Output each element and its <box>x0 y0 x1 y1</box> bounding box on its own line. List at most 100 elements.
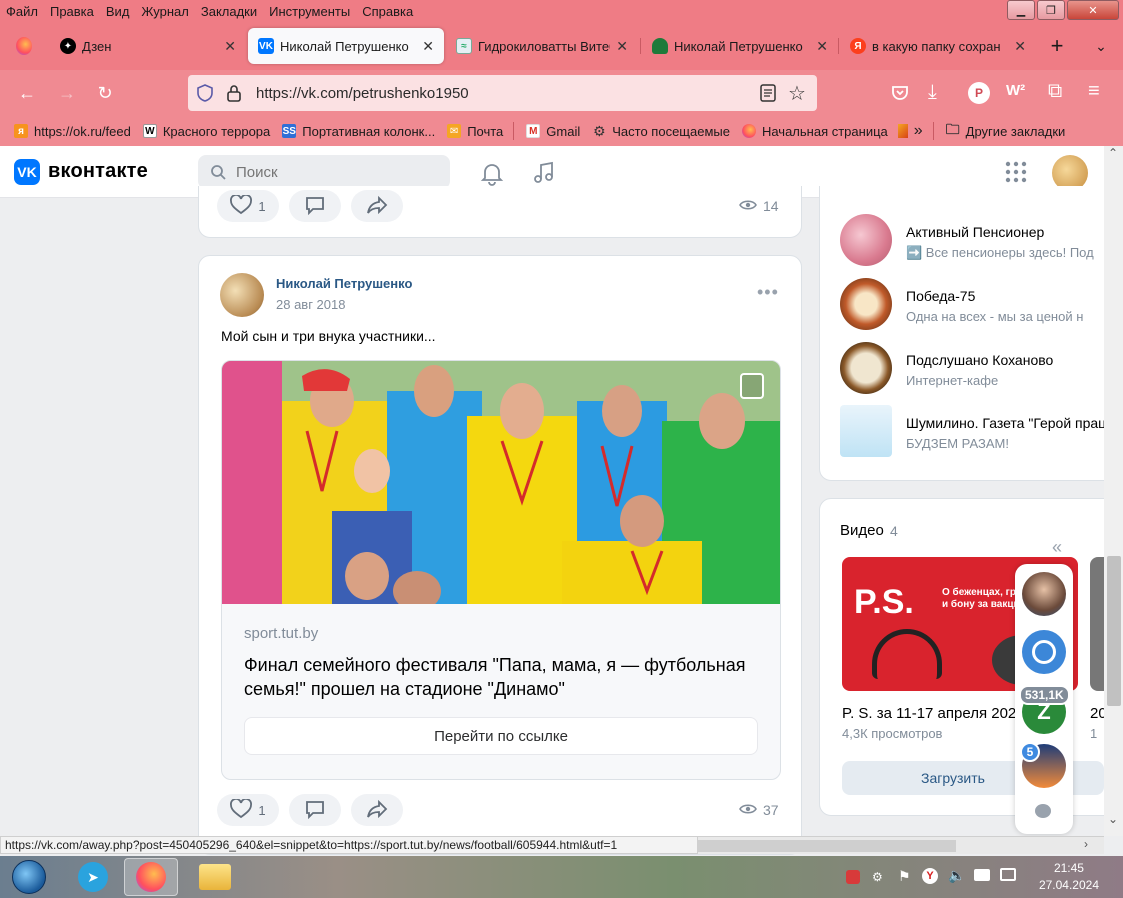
clock[interactable]: 21:45 27.04.2024 <box>1039 860 1099 894</box>
chevron-left-double-icon[interactable]: « <box>1052 537 1062 558</box>
tab-ok[interactable]: Николай Петрушенко ✕ <box>642 28 838 64</box>
tab-hydro[interactable]: ≈ Гидрокиловатты Витеб ✕ <box>446 28 638 64</box>
pocket-icon[interactable] <box>890 83 910 103</box>
link-snippet[interactable]: sport.tut.by Финал семейного фестиваля "… <box>221 360 781 780</box>
like-button[interactable]: 1 <box>217 794 279 826</box>
tab-list-chevron-down-icon[interactable]: ⌄ <box>1086 28 1116 64</box>
address-bar[interactable]: https://vk.com/petrushenko1950 ☆ <box>188 75 817 111</box>
scroll-down-arrow-icon[interactable]: ⌄ <box>1108 812 1118 826</box>
menu-file[interactable]: Файл <box>0 4 44 19</box>
scrollbar-thumb[interactable] <box>1107 556 1121 706</box>
bookmark-star-icon[interactable]: ☆ <box>788 81 806 106</box>
music-icon[interactable] <box>531 160 557 186</box>
download-icon[interactable]: ⤓ <box>928 81 937 104</box>
tray-yandex-icon[interactable]: Y <box>922 868 938 884</box>
url-text[interactable]: https://vk.com/petrushenko1950 <box>256 85 469 102</box>
message-icon[interactable] <box>1035 804 1051 818</box>
bookmark-mail[interactable]: ✉ Почта <box>447 124 503 139</box>
more-options-icon[interactable]: ••• <box>757 282 779 303</box>
taskbar-telegram[interactable]: ➤ <box>66 858 120 896</box>
taskbar-explorer[interactable] <box>188 858 242 896</box>
group-name[interactable]: Шумилино. Газета "Герой прац <box>906 415 1106 431</box>
close-icon[interactable]: ✕ <box>816 38 828 55</box>
group-avatar[interactable] <box>840 278 892 330</box>
snippet-title[interactable]: Финал семейного фестиваля "Папа, мама, я… <box>244 653 764 701</box>
horizontal-scrollbar[interactable]: › <box>698 836 1104 854</box>
apps-grid-icon[interactable] <box>1004 160 1030 186</box>
hamburger-menu-icon[interactable]: ≡ <box>1088 80 1100 103</box>
menu-bookmarks[interactable]: Закладки <box>195 4 263 19</box>
scrollbar[interactable]: ⌃ ⌄ <box>1104 146 1123 836</box>
share-button[interactable] <box>351 794 403 826</box>
lock-icon[interactable] <box>226 84 242 102</box>
tab-vk-active[interactable]: VK Николай Петрушенко ✕ <box>248 28 444 64</box>
open-link-button[interactable]: Перейти по ссылке <box>244 717 758 755</box>
menu-view[interactable]: Вид <box>100 4 136 19</box>
like-button[interactable]: 1 <box>217 190 279 222</box>
tray-keyboard-icon[interactable] <box>974 869 990 881</box>
bookmark-wiki[interactable]: W Красного террора <box>142 124 270 139</box>
post-author-name[interactable]: Николай Петрушенко <box>276 276 412 291</box>
tray-network-icon[interactable]: ⚙ <box>872 870 883 884</box>
reload-icon[interactable]: ↻ <box>92 80 118 106</box>
extension-p-icon[interactable]: P <box>968 82 990 104</box>
snippet-photo[interactable] <box>222 361 780 604</box>
close-window-button[interactable]: ✕ <box>1067 0 1119 20</box>
tab-yandex[interactable]: Я в какую папку сохран ✕ <box>840 28 1036 64</box>
tab-dzen[interactable]: ✦ Дзен ✕ <box>50 28 246 64</box>
bookmark-speaker[interactable]: SS Портативная колонк... <box>282 124 435 139</box>
menu-tools[interactable]: Инструменты <box>263 4 356 19</box>
comment-button[interactable] <box>289 190 341 222</box>
extension-w2-icon[interactable]: W² <box>1006 82 1025 99</box>
menu-help[interactable]: Справка <box>356 4 419 19</box>
bookmark-other[interactable]: 🗀 Другие закладки <box>946 121 1066 139</box>
bookmark-ok[interactable]: я https://ok.ru/feed <box>14 124 131 139</box>
forward-arrow-icon[interactable]: → <box>54 80 80 106</box>
new-tab-button[interactable]: + <box>1040 28 1074 64</box>
menu-history[interactable]: Журнал <box>135 4 194 19</box>
chevron-right-double-icon[interactable]: » <box>914 122 923 140</box>
horizontal-scrollbar-thumb[interactable] <box>698 840 956 852</box>
scroll-right-arrow-icon[interactable]: › <box>1084 837 1088 851</box>
close-icon[interactable]: ✕ <box>422 38 434 55</box>
group-avatar[interactable] <box>840 214 892 266</box>
group-name[interactable]: Подслушано Коханово <box>906 352 1053 368</box>
bookmark-start-page[interactable]: Начальная страница <box>741 124 888 139</box>
taskbar-firefox[interactable] <box>124 858 178 896</box>
group-avatar[interactable] <box>840 405 892 457</box>
share-button[interactable] <box>351 190 403 222</box>
snippet-domain[interactable]: sport.tut.by <box>244 625 318 642</box>
vk-logo-icon[interactable]: VK <box>14 159 40 185</box>
comment-button[interactable] <box>289 794 341 826</box>
post-date[interactable]: 28 авг 2018 <box>276 297 345 312</box>
vk-brand-text[interactable]: вконтакте <box>48 160 148 183</box>
volume-icon[interactable]: 🔈 <box>948 867 965 884</box>
back-arrow-icon[interactable]: ← <box>14 80 40 106</box>
group-name[interactable]: Победа-75 <box>906 288 975 304</box>
menu-edit[interactable]: Правка <box>44 4 100 19</box>
video-title[interactable]: P. S. за 11-17 апреля 202 <box>842 705 1022 722</box>
search-input[interactable] <box>198 155 450 189</box>
bookmark-small-icon[interactable] <box>897 124 908 138</box>
minimize-button[interactable]: ▁ <box>1007 0 1035 20</box>
close-icon[interactable]: ✕ <box>1014 38 1026 55</box>
extensions-puzzle-icon[interactable]: ⧉ <box>1048 80 1062 103</box>
bell-icon[interactable] <box>479 160 505 186</box>
maximize-button[interactable]: ❐ <box>1037 0 1065 20</box>
chat-avatar[interactable] <box>1022 572 1066 616</box>
reader-view-icon[interactable] <box>760 84 776 102</box>
tray-flag-icon[interactable]: ⚑ <box>898 868 911 885</box>
videos-title[interactable]: Видео <box>840 522 884 539</box>
bookmark-most-visited[interactable]: ⚙ Часто посещаемые <box>592 123 730 139</box>
close-icon[interactable]: ✕ <box>224 38 236 55</box>
scroll-up-arrow-icon[interactable]: ⌃ <box>1108 146 1118 160</box>
bookmark-gmail[interactable]: M Gmail <box>526 124 580 139</box>
group-name[interactable]: Активный Пенсионер <box>906 224 1044 240</box>
group-avatar[interactable] <box>840 342 892 394</box>
chat-avatar[interactable] <box>1022 630 1066 674</box>
firefox-view-button[interactable] <box>6 28 42 64</box>
bookmark-ribbon-icon[interactable] <box>740 373 764 399</box>
close-icon[interactable]: ✕ <box>616 38 628 55</box>
post-author-avatar[interactable] <box>220 273 264 317</box>
start-button[interactable] <box>2 858 56 896</box>
